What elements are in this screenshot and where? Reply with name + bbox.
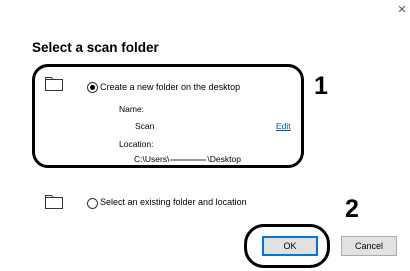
option-select-existing-label: Select an existing folder and location	[100, 197, 247, 207]
option-create-new-label: Create a new folder on the desktop	[100, 82, 241, 92]
location-value: C:\Users\ \Desktop	[134, 154, 241, 164]
name-value: Scan	[135, 121, 155, 131]
step-1-callout: 1	[314, 72, 328, 100]
radio-select-existing-folder[interactable]	[87, 198, 98, 209]
folder-icon	[45, 77, 63, 91]
location-suffix: \Desktop	[207, 154, 241, 164]
location-prefix: C:\Users\	[134, 154, 170, 164]
dialog-title: Select a scan folder	[32, 40, 159, 55]
close-icon[interactable]: ✕	[396, 4, 408, 16]
folder-icon	[45, 195, 63, 209]
ok-button[interactable]: OK	[262, 236, 318, 256]
redacted-username	[170, 158, 207, 161]
callout-box-option-new	[32, 64, 304, 168]
edit-link[interactable]: Edit	[276, 121, 291, 131]
radio-create-new-folder[interactable]	[87, 82, 98, 93]
cancel-button[interactable]: Cancel	[341, 236, 397, 256]
step-2-callout: 2	[345, 195, 359, 223]
location-label: Location:	[119, 139, 154, 149]
name-label: Name:	[119, 104, 145, 114]
scan-folder-dialog: ✕ Select a scan folder Create a new fold…	[0, 0, 410, 271]
